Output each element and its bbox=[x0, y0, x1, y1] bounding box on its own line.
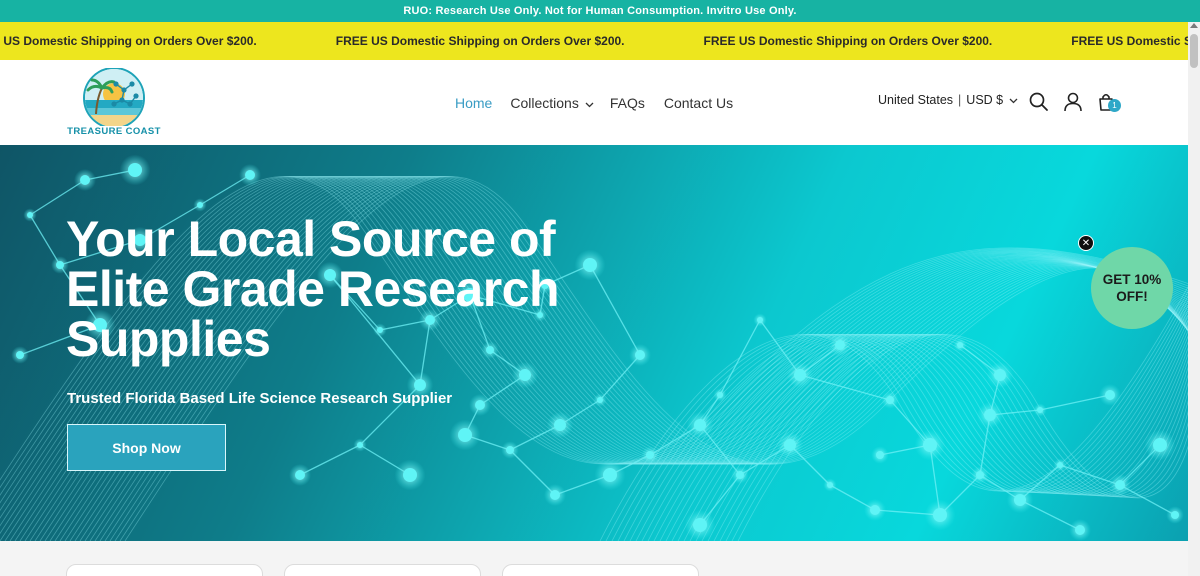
hero-title: Your Local Source of Elite Grade Researc… bbox=[66, 211, 560, 367]
network-node bbox=[827, 482, 833, 488]
network-node bbox=[693, 518, 707, 532]
network-node bbox=[635, 350, 645, 360]
network-node bbox=[357, 442, 363, 448]
network-node bbox=[835, 340, 845, 350]
network-node bbox=[458, 428, 472, 442]
feature-cards-section bbox=[0, 541, 1188, 576]
nav-contact-label: Contact Us bbox=[663, 94, 734, 111]
network-node bbox=[1153, 438, 1167, 452]
network-node bbox=[403, 468, 417, 482]
network-node bbox=[550, 490, 560, 500]
marquee-message: FREE US Domestic Shipping on Orders Over… bbox=[703, 34, 993, 48]
nav-collections[interactable]: Collections bbox=[510, 94, 594, 111]
site-logo[interactable]: TREASURE COAST bbox=[66, 67, 162, 140]
nav-faqs[interactable]: FAQs bbox=[610, 95, 645, 111]
country-currency-selector[interactable]: United States | USD $ bbox=[878, 93, 1018, 107]
network-node bbox=[794, 369, 806, 381]
hero-banner: Your Local Source of Elite Grade Researc… bbox=[0, 145, 1188, 541]
scroll-up-icon[interactable] bbox=[1190, 23, 1198, 28]
network-node bbox=[1057, 462, 1063, 468]
network-node bbox=[933, 508, 947, 522]
network-node bbox=[1014, 494, 1026, 506]
nav-faqs-label: FAQs bbox=[609, 94, 645, 111]
network-node bbox=[1075, 525, 1085, 535]
network-node bbox=[1115, 480, 1125, 490]
network-node bbox=[506, 446, 514, 454]
discount-label: GET 10% OFF! bbox=[1102, 272, 1162, 304]
hero-subtitle: Trusted Florida Based Life Science Resea… bbox=[67, 390, 453, 407]
account-icon[interactable] bbox=[1062, 91, 1084, 113]
logo-text: TREASURE COAST bbox=[67, 126, 161, 137]
announcement-text: RUO: Research Use Only. Not for Human Co… bbox=[403, 5, 797, 17]
network-node bbox=[886, 396, 894, 404]
chevron-down-icon bbox=[1009, 93, 1018, 107]
nav-collections-label: Collections bbox=[510, 94, 579, 111]
network-node bbox=[994, 369, 1006, 381]
network-node bbox=[519, 369, 531, 381]
network-node bbox=[876, 451, 884, 459]
shipping-marquee: FREE US Domestic Shipping on Orders Over… bbox=[0, 22, 1188, 60]
search-icon[interactable] bbox=[1028, 91, 1050, 113]
main-nav: Home Collections FAQs Contact Us bbox=[455, 60, 733, 145]
network-node bbox=[736, 471, 744, 479]
network-node bbox=[757, 317, 763, 323]
nav-home-label: Home bbox=[455, 94, 493, 111]
network-node bbox=[717, 392, 723, 398]
network-node bbox=[245, 170, 255, 180]
nav-home[interactable]: Home bbox=[455, 95, 492, 111]
close-icon[interactable]: ✕ bbox=[1078, 235, 1094, 251]
network-node bbox=[984, 409, 996, 421]
feature-card bbox=[284, 564, 481, 576]
network-link bbox=[589, 264, 641, 356]
logo-emblem-icon bbox=[83, 67, 145, 129]
network-node bbox=[1037, 407, 1043, 413]
discount-popup-button[interactable]: GET 10% OFF! bbox=[1091, 247, 1173, 329]
scrollbar-thumb[interactable] bbox=[1190, 34, 1198, 68]
shop-now-button[interactable]: Shop Now bbox=[67, 424, 226, 471]
feature-card bbox=[502, 564, 699, 576]
network-node bbox=[957, 342, 963, 348]
network-node bbox=[27, 212, 33, 218]
marquee-message: FREE US Domestic Shipping on Orders Over… bbox=[0, 34, 257, 48]
network-node bbox=[784, 439, 796, 451]
currency-label: USD $ bbox=[966, 93, 1004, 107]
site-header: TREASURE COAST Home Collections FAQs Con… bbox=[0, 60, 1188, 145]
network-node bbox=[976, 471, 984, 479]
network-node bbox=[694, 419, 706, 431]
wave-line bbox=[629, 309, 1188, 541]
network-node bbox=[554, 419, 566, 431]
network-node bbox=[80, 175, 90, 185]
network-node bbox=[597, 397, 603, 403]
network-node bbox=[475, 400, 485, 410]
network-node bbox=[1105, 390, 1115, 400]
nav-contact-us[interactable]: Contact Us bbox=[664, 95, 733, 111]
cart-count-badge: 1 bbox=[1108, 99, 1121, 112]
chevron-down-icon bbox=[585, 95, 594, 111]
locale-divider: | bbox=[958, 93, 962, 107]
network-node bbox=[923, 438, 937, 452]
announcement-bar: RUO: Research Use Only. Not for Human Co… bbox=[0, 0, 1200, 22]
network-link bbox=[719, 319, 761, 396]
wave-line bbox=[641, 319, 1188, 541]
marquee-message: FREE US Domestic Shipping on Orders Over… bbox=[335, 34, 625, 48]
network-node bbox=[197, 202, 203, 208]
network-node bbox=[603, 468, 617, 482]
network-node bbox=[1171, 511, 1179, 519]
page-scrollbar[interactable] bbox=[1188, 22, 1200, 576]
marquee-message: FREE US Domestic Shipping on Orders Over… bbox=[1071, 34, 1188, 48]
country-label: United States bbox=[878, 93, 954, 107]
network-node bbox=[128, 163, 142, 177]
network-node bbox=[295, 470, 305, 480]
network-node bbox=[646, 451, 654, 459]
feature-card bbox=[66, 564, 263, 576]
network-node bbox=[16, 351, 24, 359]
network-node bbox=[870, 505, 880, 515]
network-node bbox=[56, 261, 64, 269]
